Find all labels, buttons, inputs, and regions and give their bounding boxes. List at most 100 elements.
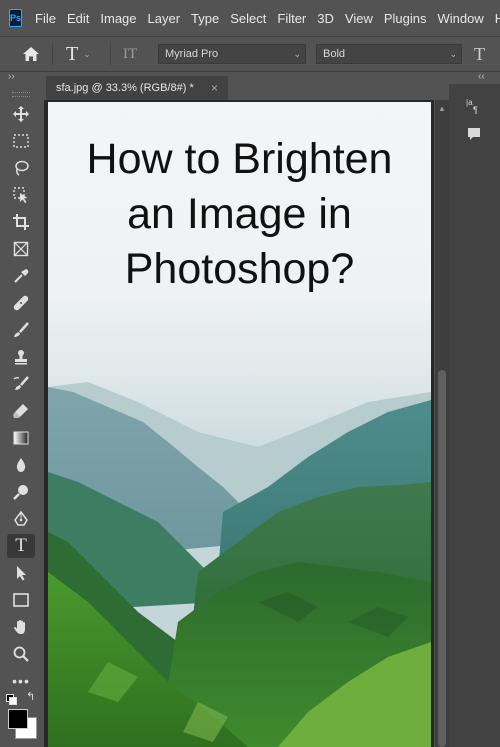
- photoshop-logo[interactable]: Ps: [9, 9, 23, 27]
- eyedropper-icon: [14, 269, 29, 283]
- font-style-select[interactable]: Bold ⌄: [316, 44, 462, 64]
- text-orientation-icon: IT: [123, 45, 138, 62]
- drop-icon: [16, 458, 26, 472]
- foreground-color-swatch[interactable]: [8, 709, 28, 729]
- menu-3d[interactable]: 3D: [317, 11, 334, 26]
- brush-tool[interactable]: [7, 318, 35, 342]
- healing-brush-tool[interactable]: [7, 291, 35, 315]
- home-button[interactable]: [22, 37, 40, 71]
- right-panel-dock: |a ¶: [449, 84, 500, 747]
- crop-icon: [13, 214, 29, 230]
- history-brush-icon: [13, 376, 29, 390]
- dodge-tool[interactable]: [7, 480, 35, 504]
- object-selection-tool[interactable]: [7, 183, 35, 207]
- path-select-icon: [17, 566, 26, 581]
- document-tab-title: sfa.jpg @ 33.3% (RGB/8#) *: [56, 82, 194, 94]
- menu-plugins[interactable]: Plugins: [384, 11, 427, 26]
- frame-tool[interactable]: [7, 237, 35, 261]
- move-icon: [13, 106, 29, 122]
- bandage-icon: [13, 295, 29, 311]
- dodge-icon: [13, 485, 28, 500]
- canvas-area: How to Brighten an Image in Photoshop?: [44, 100, 434, 747]
- eraser-tool[interactable]: [7, 399, 35, 423]
- toggle-orientation-button[interactable]: IT: [123, 37, 137, 71]
- swap-colors-icon[interactable]: ↰: [26, 690, 35, 703]
- rectangle-tool[interactable]: [7, 588, 35, 612]
- marquee-tool[interactable]: [7, 129, 35, 153]
- headline-text[interactable]: How to Brighten an Image in Photoshop?: [48, 132, 431, 297]
- separator: [110, 43, 111, 65]
- hand-icon: [14, 620, 25, 634]
- chevron-down-icon: ⌄: [293, 49, 301, 59]
- document-canvas[interactable]: How to Brighten an Image in Photoshop?: [48, 102, 431, 747]
- vertical-scrollbar[interactable]: ▲: [435, 100, 449, 747]
- frame-icon: [13, 241, 29, 257]
- tools-panel: T ••• ↰: [0, 84, 42, 747]
- svg-text:¶: ¶: [473, 105, 478, 115]
- font-family-select[interactable]: Myriad Pro ⌄: [158, 44, 306, 64]
- chevron-down-icon: ⌄: [449, 49, 457, 59]
- font-size-icon: T: [474, 43, 485, 64]
- move-tool[interactable]: [7, 102, 35, 126]
- menu-file[interactable]: File: [35, 11, 56, 26]
- pen-tool[interactable]: [7, 507, 35, 531]
- font-style-value: Bold: [323, 48, 346, 60]
- menu-image[interactable]: Image: [100, 11, 136, 26]
- default-colors-icon-bg: [9, 697, 17, 705]
- headline-line-1: How to Brighten: [86, 135, 393, 183]
- menu-filter[interactable]: Filter: [277, 11, 306, 26]
- zoom-icon: [13, 646, 29, 662]
- menu-view[interactable]: View: [345, 11, 373, 26]
- zoom-tool[interactable]: [7, 642, 35, 666]
- menu-layer[interactable]: Layer: [148, 11, 181, 26]
- pen-icon: [14, 511, 28, 526]
- gradient-icon: [13, 431, 29, 445]
- menu-edit[interactable]: Edit: [67, 11, 89, 26]
- menu-window[interactable]: Window: [437, 11, 483, 26]
- brush-icon: [14, 322, 29, 337]
- document-tab[interactable]: sfa.jpg @ 33.3% (RGB/8#) * ×: [46, 76, 228, 100]
- tool-preset-picker[interactable]: T ⌄: [66, 37, 91, 71]
- stamp-icon: [15, 350, 27, 365]
- headline-line-3: Photoshop?: [124, 245, 355, 293]
- close-icon[interactable]: ×: [211, 81, 218, 95]
- gradient-tool[interactable]: [7, 426, 35, 450]
- properties-panel-button[interactable]: |a ¶: [461, 94, 487, 118]
- menu-help[interactable]: He: [495, 11, 500, 26]
- collapse-panels-button[interactable]: ‹‹: [478, 71, 485, 83]
- font-family-value: Myriad Pro: [165, 48, 219, 60]
- scrollbar-thumb[interactable]: [438, 370, 446, 747]
- home-icon: [23, 47, 39, 61]
- object-selection-icon: [13, 187, 28, 203]
- chevron-down-icon: ⌄: [83, 48, 91, 59]
- eraser-icon: [13, 404, 28, 418]
- history-brush-tool[interactable]: [7, 372, 35, 396]
- blur-tool[interactable]: [7, 453, 35, 477]
- collapse-toolbar-button[interactable]: ››: [8, 71, 15, 83]
- menu-bar: Ps File Edit Image Layer Type Select Fil…: [0, 0, 500, 36]
- lasso-icon: [15, 160, 29, 176]
- marquee-icon: [13, 134, 29, 148]
- menu-type[interactable]: Type: [191, 11, 219, 26]
- toolbar-grip[interactable]: [12, 92, 30, 97]
- path-selection-tool[interactable]: [7, 561, 35, 585]
- hand-tool[interactable]: [7, 615, 35, 639]
- type-tool-icon: T: [66, 42, 79, 65]
- headline-line-2: an Image in: [127, 190, 352, 238]
- lasso-tool[interactable]: [7, 156, 35, 180]
- scroll-up-icon[interactable]: ▲: [438, 104, 446, 113]
- rectangle-icon: [13, 593, 29, 607]
- type-tool[interactable]: T: [7, 534, 35, 558]
- clone-stamp-tool[interactable]: [7, 345, 35, 369]
- font-size-icon-button[interactable]: T: [474, 37, 485, 71]
- comment-icon: [468, 128, 480, 140]
- options-bar: T ⌄ IT Myriad Pro ⌄ Bold ⌄ T: [0, 36, 500, 72]
- type-icon: T: [15, 535, 27, 556]
- comments-panel-button[interactable]: [461, 122, 487, 146]
- eyedropper-tool[interactable]: [7, 264, 35, 288]
- menu-select[interactable]: Select: [230, 11, 266, 26]
- separator: [52, 43, 53, 65]
- default-colors-button[interactable]: [6, 694, 17, 705]
- crop-tool[interactable]: [7, 210, 35, 234]
- ellipsis-icon: •••: [12, 673, 30, 689]
